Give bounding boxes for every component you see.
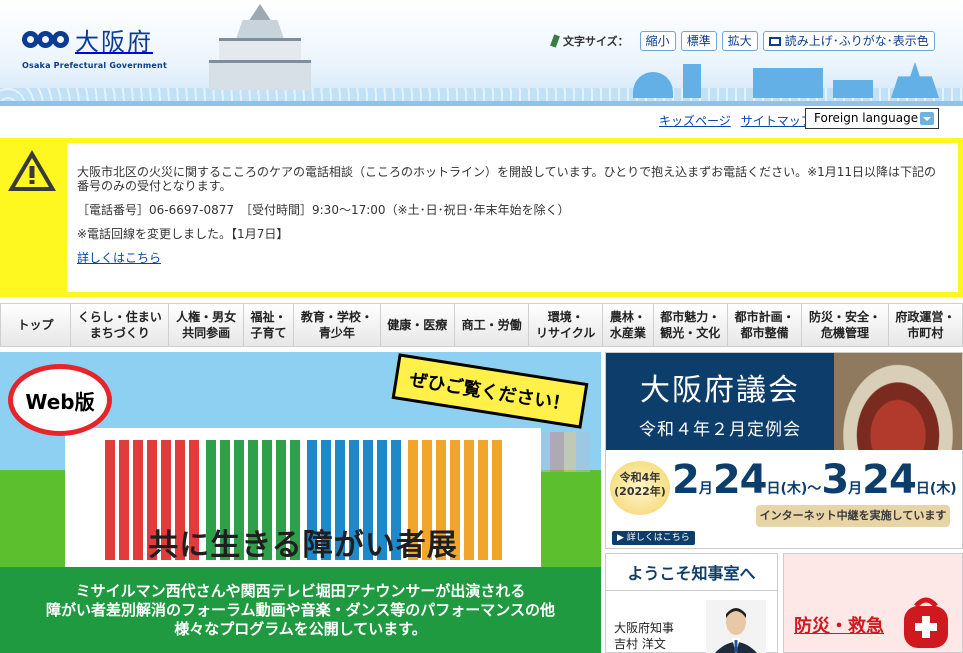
foreign-language-select[interactable]: Foreign language [805, 108, 939, 129]
nav-item-6[interactable]: 商工・労働 [455, 304, 530, 346]
year-era: 令和4年 [619, 471, 661, 484]
end-weekday: 日(木) [915, 481, 957, 497]
governor-heading: ようこそ知事室へ [606, 560, 777, 591]
font-size-standard-button[interactable]: 標準 [680, 31, 717, 51]
read-aloud-label: 読み上げ･ふりがな･表示色 [784, 34, 929, 48]
nav-item-4[interactable]: 教育・学校・ 青少年 [294, 304, 381, 346]
chevron-down-icon [920, 112, 934, 125]
end-month-unit: 月 [848, 481, 863, 497]
assembly-title: 大阪府議会 [640, 373, 800, 408]
logo-text: 大阪府 [75, 28, 153, 56]
foreign-language-label: Foreign language [814, 111, 919, 125]
skyline-illustration [633, 58, 953, 98]
nav-item-12[interactable]: 府政運営・ 市町村 [889, 304, 962, 346]
end-day: 24 [862, 457, 917, 503]
banner-description-line-3: 様々なプログラムを公開しています。 [174, 620, 427, 638]
assembly-hall-photo [834, 353, 962, 450]
warning-icon [8, 150, 56, 191]
governor-info: 大阪府知事 吉村 洋文 [614, 620, 674, 652]
nav-item-0[interactable]: トップ [1, 304, 71, 346]
notice-text-2: ［電話番号］06-6697-0877 ［受付時間］9:30～17:00（※土･日… [77, 203, 570, 217]
assembly-header: 大阪府議会 令和４年２月定例会 [606, 353, 834, 450]
year-western: (2022年) [614, 485, 666, 498]
disaster-prevention-link[interactable]: 防災・救急 [794, 612, 884, 638]
global-navigation: トップ くらし・住まい まちづくり 人権・男女 共同参画 福祉・ 子育て 教育・学校・ … [0, 303, 963, 347]
sitemap-link[interactable]: サイトマップ [741, 112, 813, 129]
font-size-controls: 文字サイズ： 縮小 標準 拡大 読み上げ･ふりがな･表示色 [550, 31, 935, 51]
governor-role: 大阪府知事 [614, 621, 675, 635]
nav-item-1[interactable]: くらし・住まい まちづくり [71, 304, 170, 346]
banner-description: ミサイルマン西代さんや関西テレビ堀田アナウンサーが出演される 障がい者差別解消の… [0, 567, 601, 653]
logo-subtitle: Osaka Prefectural Government [22, 61, 167, 70]
nav-item-8[interactable]: 農林・ 水産業 [603, 304, 654, 346]
notice-text-1: 大阪市北区の火災に関するこころのケアの電話相談（こころのホットライン）を開設して… [77, 165, 937, 193]
notice-details-link[interactable]: 詳しくはこちら [77, 251, 161, 265]
web-edition-badge: Web版 [8, 364, 112, 436]
governor-office-panel[interactable]: ようこそ知事室へ 大阪府知事 吉村 洋文 [605, 553, 778, 653]
osaka-castle-illustration [205, 0, 315, 90]
banner-description-line-2: 障がい者差別解消のフォーラム動画や音楽・ダンス等のパフォーマンスの他 [46, 601, 555, 619]
font-size-large-button[interactable]: 拡大 [721, 31, 758, 51]
assembly-banner[interactable]: 大阪府議会 令和４年２月定例会 令和4年 (2022年) 2月24日(木)～3月… [605, 352, 963, 549]
live-stream-notice: インターネット中継を実施しています [756, 505, 950, 527]
start-weekday: 日(木)～ [766, 481, 822, 497]
year-badge: 令和4年 (2022年) [610, 461, 670, 515]
nav-item-3[interactable]: 福祉・ 子育て [244, 304, 295, 346]
assembly-details-button[interactable]: ▶ 詳しくはこちら [612, 531, 695, 545]
please-see-label: ぜひご覧ください！ [391, 353, 589, 429]
disaster-prevention-panel[interactable]: 防災・救急 [783, 553, 963, 653]
governor-name: 吉村 洋文 [614, 637, 666, 651]
notice-text-3: ※電話回線を変更しました。【1月7日】 [77, 227, 289, 241]
pencil-icon [550, 34, 560, 48]
font-size-small-button[interactable]: 縮小 [639, 31, 676, 51]
session-dates: 2月24日(木)～3月24日(木) [672, 457, 957, 503]
governor-photo [706, 600, 766, 653]
nav-item-2[interactable]: 人権・男女 共同参画 [169, 304, 244, 346]
assembly-subtitle: 令和４年２月定例会 [639, 420, 801, 440]
font-size-label: 文字サイズ： [563, 35, 629, 48]
kids-page-link[interactable]: キッズページ [659, 112, 731, 129]
start-month-unit: 月 [698, 481, 713, 497]
emergency-notice-body: 大阪市北区の火災に関するこころのケアの電話相談（こころのホットライン）を開設して… [67, 143, 958, 292]
monitor-icon [768, 36, 781, 46]
banner-title: 共に生きる障がい者展 [148, 528, 458, 563]
nav-item-5[interactable]: 健康・医療 [381, 304, 455, 346]
start-month: 2 [672, 457, 700, 503]
osaka-logo-icon [22, 31, 69, 48]
nav-item-9[interactable]: 都市魅力・ 観光・文化 [654, 304, 728, 346]
nav-item-10[interactable]: 都市計画・ 都市整備 [728, 304, 803, 346]
site-logo-link[interactable]: 大阪府 [22, 22, 153, 57]
emergency-bag-icon [904, 597, 948, 648]
banner-description-line-1: ミサイルマン西代さんや関西テレビ堀田アナウンサーが出演される [75, 582, 526, 600]
read-aloud-button[interactable]: 読み上げ･ふりがな･表示色 [762, 31, 935, 51]
nav-item-11[interactable]: 防災・安全・ 危機管理 [802, 304, 889, 346]
main-banner[interactable]: Web版 ぜひご覧ください！ 共に生きる障がい者展 ミサイルマン西代さんや関西テ… [0, 352, 601, 653]
emergency-notice: 大阪市北区の火災に関するこころのケアの電話相談（こころのホットライン）を開設して… [0, 138, 963, 297]
end-month: 3 [821, 457, 849, 503]
start-day: 24 [712, 457, 768, 503]
nav-item-7[interactable]: 環境・ リサイクル [529, 304, 604, 346]
